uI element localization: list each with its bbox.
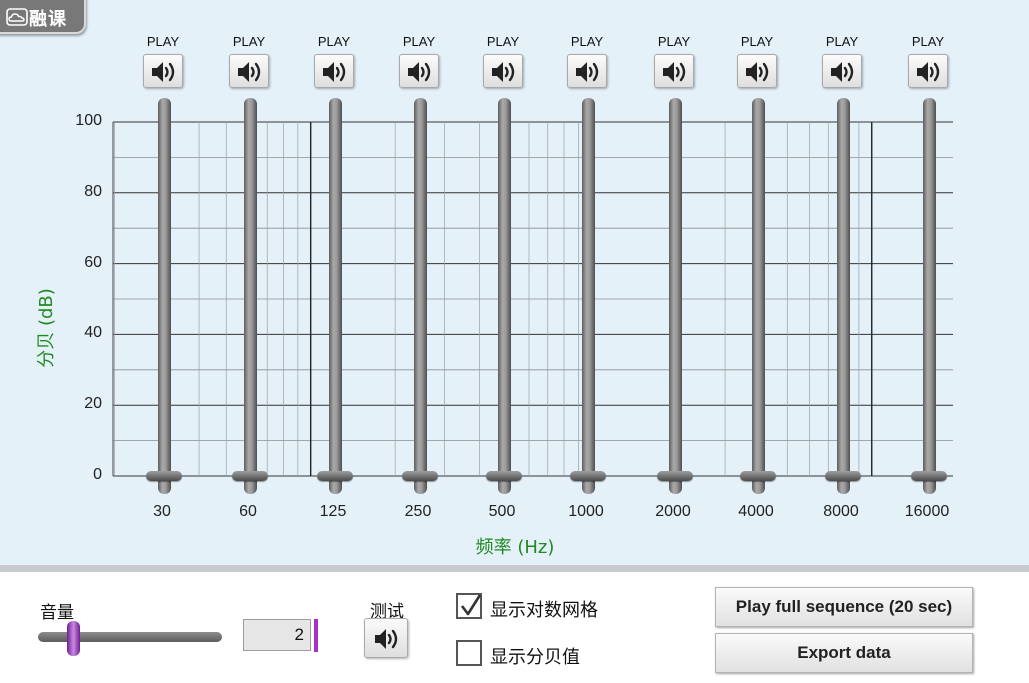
frequency-slider-thumb[interactable] xyxy=(740,471,776,481)
speaker-icon xyxy=(746,62,769,82)
play-label: PLAY xyxy=(657,34,691,49)
play-label: PLAY xyxy=(146,34,180,49)
panel-divider xyxy=(0,565,1029,572)
frequency-slider-thumb[interactable] xyxy=(146,471,182,481)
speaker-icon xyxy=(831,62,854,82)
play-tone-button-125[interactable] xyxy=(314,54,354,88)
log-grid-label[interactable]: 显示对数网格 xyxy=(490,596,598,622)
frequency-slider-thumb[interactable] xyxy=(570,471,606,481)
play-label: PLAY xyxy=(232,34,266,49)
play-label: PLAY xyxy=(486,34,520,49)
x-tick-label: 500 xyxy=(488,503,516,520)
checkmark-icon xyxy=(460,594,482,616)
speaker-icon xyxy=(663,62,686,82)
speaker-icon xyxy=(375,629,398,649)
frequency-slider-thumb[interactable] xyxy=(402,471,438,481)
x-tick-label: 16000 xyxy=(904,503,950,520)
speaker-icon xyxy=(323,62,346,82)
test-sound-button[interactable] xyxy=(364,618,408,658)
frequency-slider-track[interactable] xyxy=(669,98,682,494)
frequency-slider-track[interactable] xyxy=(244,98,257,494)
play-label: PLAY xyxy=(825,34,859,49)
x-tick-label: 250 xyxy=(404,503,432,520)
y-axis-label: 分贝 (dB) xyxy=(36,288,57,368)
play-label: PLAY xyxy=(402,34,436,49)
play-label: PLAY xyxy=(911,34,945,49)
play-full-sequence-button[interactable]: Play full sequence (20 sec) xyxy=(715,587,973,627)
frequency-slider-track[interactable] xyxy=(923,98,936,494)
y-tick-label: 40 xyxy=(84,324,102,342)
graph-area: 分贝 (dB) 频率 (Hz) 100 80 60 40 20 0 30 60 125 250 5… xyxy=(0,0,1029,565)
play-tone-button-500[interactable] xyxy=(483,54,523,88)
frequency-slider-thumb[interactable] xyxy=(486,471,522,481)
speaker-icon xyxy=(408,62,431,82)
x-tick-label: 60 xyxy=(239,503,257,520)
frequency-slider-track[interactable] xyxy=(414,98,427,494)
play-tone-button-250[interactable] xyxy=(399,54,439,88)
play-label: PLAY xyxy=(740,34,774,49)
x-axis-label: 频率 (Hz) xyxy=(475,537,555,558)
frequency-slider-thumb[interactable] xyxy=(232,471,268,481)
volume-value-field[interactable]: 2 xyxy=(243,619,311,651)
cloud-icon xyxy=(6,8,28,26)
db-values-label[interactable]: 显示分贝值 xyxy=(490,643,580,669)
x-tick-label: 30 xyxy=(153,503,171,520)
volume-slider-thumb[interactable] xyxy=(67,621,81,656)
audiogram-app: 分贝 (dB) 频率 (Hz) 100 80 60 40 20 0 30 60 125 250 5… xyxy=(0,0,1029,683)
export-data-button[interactable]: Export data xyxy=(715,633,973,673)
frequency-slider-thumb[interactable] xyxy=(657,471,693,481)
frequency-slider-track[interactable] xyxy=(582,98,595,494)
db-values-checkbox[interactable] xyxy=(456,640,482,666)
x-tick-label: 2000 xyxy=(655,503,691,520)
play-tone-button-4000[interactable] xyxy=(737,54,777,88)
speaker-icon xyxy=(917,62,940,82)
x-tick-label: 4000 xyxy=(738,503,774,520)
play-tone-button-8000[interactable] xyxy=(822,54,862,88)
frequency-slider-track[interactable] xyxy=(752,98,765,494)
frequency-slider-track[interactable] xyxy=(837,98,850,494)
logo-badge[interactable]: 融课 xyxy=(0,0,86,34)
volume-indicator-bar xyxy=(314,619,318,652)
frequency-slider-track[interactable] xyxy=(329,98,342,494)
logo-text: 融课 xyxy=(29,9,67,30)
log-grid-checkbox[interactable] xyxy=(456,593,482,619)
speaker-icon xyxy=(492,62,515,82)
play-tone-button-30[interactable] xyxy=(143,54,183,88)
volume-label: 音量 xyxy=(40,603,74,623)
speaker-icon xyxy=(238,62,261,82)
volume-slider-track[interactable] xyxy=(38,632,222,642)
frequency-slider-track[interactable] xyxy=(158,98,171,494)
speaker-icon xyxy=(576,62,599,82)
play-tone-button-1000[interactable] xyxy=(567,54,607,88)
y-tick-label: 100 xyxy=(75,112,102,129)
speaker-icon xyxy=(152,62,175,82)
frequency-slider-thumb[interactable] xyxy=(825,471,861,481)
y-tick-label: 0 xyxy=(93,466,102,483)
frequency-slider-thumb[interactable] xyxy=(317,471,353,481)
play-label: PLAY xyxy=(317,34,351,49)
x-tick-label: 125 xyxy=(319,503,347,520)
play-tone-button-16000[interactable] xyxy=(908,54,948,88)
y-tick-label: 60 xyxy=(84,253,102,271)
y-tick-label: 20 xyxy=(84,395,102,413)
frequency-slider-thumb[interactable] xyxy=(911,471,947,481)
y-tick-label: 80 xyxy=(84,182,102,200)
play-tone-button-2000[interactable] xyxy=(654,54,694,88)
x-tick-label: 8000 xyxy=(823,503,859,520)
play-tone-button-60[interactable] xyxy=(229,54,269,88)
frequency-slider-track[interactable] xyxy=(498,98,511,494)
x-tick-label: 1000 xyxy=(568,503,604,520)
play-label: PLAY xyxy=(570,34,604,49)
